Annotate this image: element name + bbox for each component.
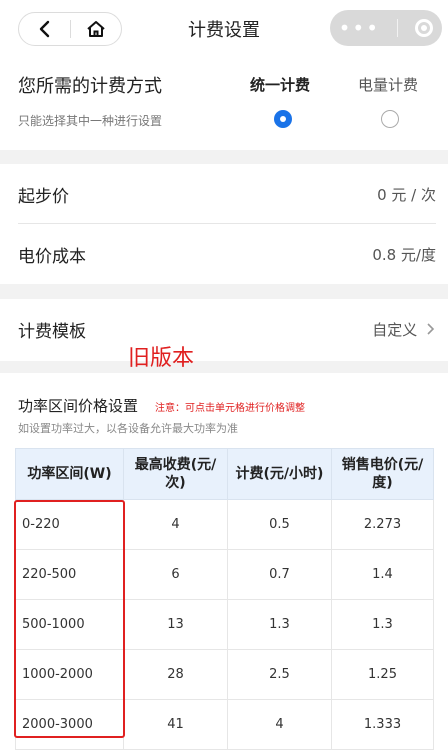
billing-mode-hint: 只能选择其中一种进行设置: [18, 114, 163, 128]
max-cell[interactable]: 28: [123, 649, 228, 700]
template-value-wrap: 自定义: [372, 319, 436, 340]
version-annotation: 旧版本: [128, 346, 195, 371]
table-header-row: 功率区间(W) 最高收费(元/次) 计费(元/小时) 销售电价(元/度): [15, 448, 434, 500]
template-section: 计费模板 自定义: [0, 299, 448, 361]
template-row[interactable]: 计费模板 自定义: [18, 299, 436, 359]
col-header-range: 功率区间(W): [15, 448, 124, 500]
price-cell[interactable]: 1.333: [331, 699, 434, 750]
start-price-label: 起步价: [18, 186, 69, 207]
title-bar: 计费设置 •••: [0, 0, 448, 58]
col-header-max: 最高收费(元/次): [123, 448, 228, 500]
close-target-icon[interactable]: [415, 19, 434, 37]
radio-power[interactable]: [381, 110, 399, 128]
rate-cell[interactable]: 0.5: [227, 499, 332, 550]
capsule-divider: [397, 19, 399, 37]
more-icon[interactable]: •••: [339, 18, 380, 38]
radio-unified[interactable]: [274, 110, 292, 128]
cost-label: 电价成本: [18, 246, 86, 267]
option-unified-label[interactable]: 统一计费: [250, 74, 310, 95]
col-header-price: 销售电价(元/度): [331, 448, 434, 500]
template-value: 自定义: [372, 320, 418, 339]
max-cell[interactable]: 4: [123, 499, 228, 550]
miniapp-capsule: •••: [330, 10, 442, 46]
cost-value: 0.8 元/度: [372, 245, 436, 264]
rate-cell[interactable]: 2.5: [227, 649, 332, 700]
start-price-value: 0 元 / 次: [377, 185, 436, 204]
chevron-right-icon: [427, 322, 435, 335]
max-cell[interactable]: 41: [123, 699, 228, 750]
price-cell[interactable]: 1.4: [331, 549, 434, 600]
template-label: 计费模板: [18, 321, 86, 342]
max-cell[interactable]: 13: [123, 599, 228, 650]
col-header-rate: 计费(元/小时): [227, 448, 332, 500]
billing-mode-section: 您所需的计费方式 只能选择其中一种进行设置 统一计费 电量计费: [0, 58, 448, 150]
power-price-note: 注意：可点击单元格进行价格调整: [155, 403, 305, 414]
max-cell[interactable]: 6: [123, 549, 228, 600]
power-price-title: 功率区间价格设置: [18, 397, 139, 415]
price-cell[interactable]: 1.3: [331, 599, 434, 650]
billing-mode-title: 您所需的计费方式: [18, 76, 162, 97]
rate-cell[interactable]: 4: [227, 699, 332, 750]
rate-cell[interactable]: 0.7: [227, 549, 332, 600]
rate-cell[interactable]: 1.3: [227, 599, 332, 650]
price-cell[interactable]: 2.273: [331, 499, 434, 550]
cost-row[interactable]: 电价成本 0.8 元/度: [18, 224, 436, 284]
option-power-label[interactable]: 电量计费: [358, 74, 418, 95]
price-cell[interactable]: 1.25: [331, 649, 434, 700]
power-price-subtitle: 如设置功率过大，以各设备允许最大功率为准: [18, 422, 238, 435]
pricing-section: 起步价 0 元 / 次 电价成本 0.8 元/度: [0, 164, 448, 284]
start-price-row[interactable]: 起步价 0 元 / 次: [18, 164, 436, 224]
highlight-box: [14, 500, 125, 738]
